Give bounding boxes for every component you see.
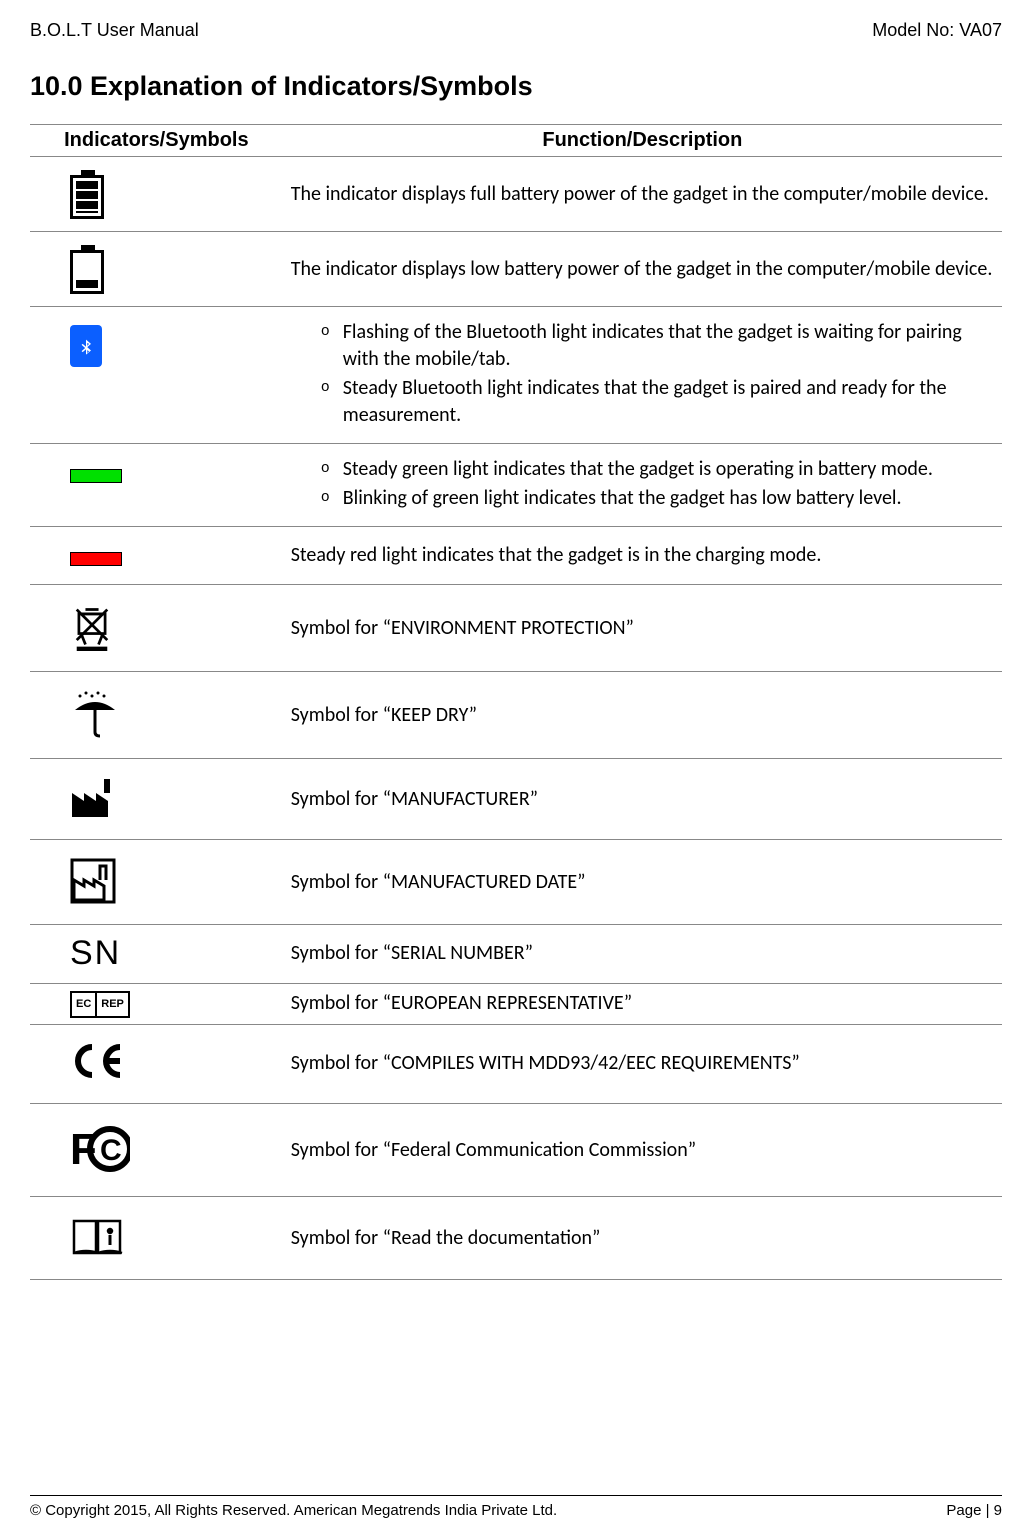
copyright-text: © Copyright 2015, All Rights Reserved. A… <box>30 1502 557 1519</box>
col-header-symbols: Indicators/Symbols <box>30 125 283 157</box>
red-led-icon <box>70 552 122 566</box>
svg-text:C: C <box>100 1134 122 1167</box>
table-row: ECREP Symbol for “EUROPEAN REPRESENTATIV… <box>30 983 1002 1024</box>
table-row: Symbol for “Read the documentation” <box>30 1197 1002 1280</box>
table-row: Symbol for “MANUFACTURER” <box>30 759 1002 840</box>
desc-text: Symbol for “ENVIRONMENT PROTECTION” <box>283 585 1002 672</box>
desc-list: Steady green light indicates that the ga… <box>291 456 996 512</box>
desc-text: The indicator displays low battery power… <box>283 232 1002 307</box>
manual-title: B.O.L.T User Manual <box>30 20 199 41</box>
ec-rep-icon: ECREP <box>70 991 130 1018</box>
list-item: Blinking of green light indicates that t… <box>321 485 996 512</box>
desc-text: Symbol for “SERIAL NUMBER” <box>283 925 1002 984</box>
ce-mark-icon <box>70 1043 124 1092</box>
battery-low-icon <box>70 250 104 294</box>
table-row: The indicator displays full battery powe… <box>30 157 1002 232</box>
desc-text: Symbol for “MANUFACTURER” <box>283 759 1002 840</box>
table-row: The indicator displays low battery power… <box>30 232 1002 307</box>
list-item: Steady green light indicates that the ga… <box>321 456 996 483</box>
page-header: B.O.L.T User Manual Model No: VA07 <box>30 20 1002 41</box>
page-number: Page | 9 <box>946 1502 1002 1519</box>
table-row: Symbol for “KEEP DRY” <box>30 672 1002 759</box>
serial-number-icon: SN <box>70 931 121 977</box>
battery-full-icon <box>70 175 104 219</box>
bluetooth-icon <box>70 325 102 367</box>
table-row: Flashing of the Bluetooth light indicate… <box>30 307 1002 444</box>
desc-text: Symbol for “EUROPEAN REPRESENTATIVE” <box>283 983 1002 1024</box>
list-item: Steady Bluetooth light indicates that th… <box>321 375 996 429</box>
read-doc-icon <box>70 1215 128 1267</box>
desc-text: Symbol for “Read the documentation” <box>283 1197 1002 1280</box>
manufacturer-icon <box>70 777 116 827</box>
desc-text: Symbol for “KEEP DRY” <box>283 672 1002 759</box>
desc-list: Flashing of the Bluetooth light indicate… <box>291 319 996 429</box>
page-footer: © Copyright 2015, All Rights Reserved. A… <box>30 1495 1002 1519</box>
col-header-desc: Function/Description <box>283 125 1002 157</box>
desc-text: The indicator displays full battery powe… <box>283 157 1002 232</box>
table-row: Steady red light indicates that the gadg… <box>30 527 1002 585</box>
desc-text: Steady red light indicates that the gadg… <box>283 527 1002 585</box>
symbols-table: Indicators/Symbols Function/Description … <box>30 124 1002 1280</box>
desc-text: Symbol for “Federal Communication Commis… <box>283 1104 1002 1197</box>
keep-dry-icon <box>70 690 120 746</box>
weee-icon <box>70 603 114 659</box>
table-row: FC Symbol for “Federal Communication Com… <box>30 1104 1002 1197</box>
table-row: Symbol for “COMPILES WITH MDD93/42/EEC R… <box>30 1024 1002 1104</box>
fcc-icon: FC <box>70 1122 130 1184</box>
table-row: Symbol for “MANUFACTURED DATE” <box>30 840 1002 925</box>
desc-text: Symbol for “MANUFACTURED DATE” <box>283 840 1002 925</box>
table-row: SN Symbol for “SERIAL NUMBER” <box>30 925 1002 984</box>
section-title: 10.0 Explanation of Indicators/Symbols <box>30 71 1002 102</box>
table-row: Symbol for “ENVIRONMENT PROTECTION” <box>30 585 1002 672</box>
table-row: Steady green light indicates that the ga… <box>30 444 1002 527</box>
green-led-icon <box>70 469 122 483</box>
mfg-date-icon <box>70 858 116 912</box>
list-item: Flashing of the Bluetooth light indicate… <box>321 319 996 373</box>
desc-text: Symbol for “COMPILES WITH MDD93/42/EEC R… <box>283 1024 1002 1104</box>
model-number: Model No: VA07 <box>872 20 1002 41</box>
